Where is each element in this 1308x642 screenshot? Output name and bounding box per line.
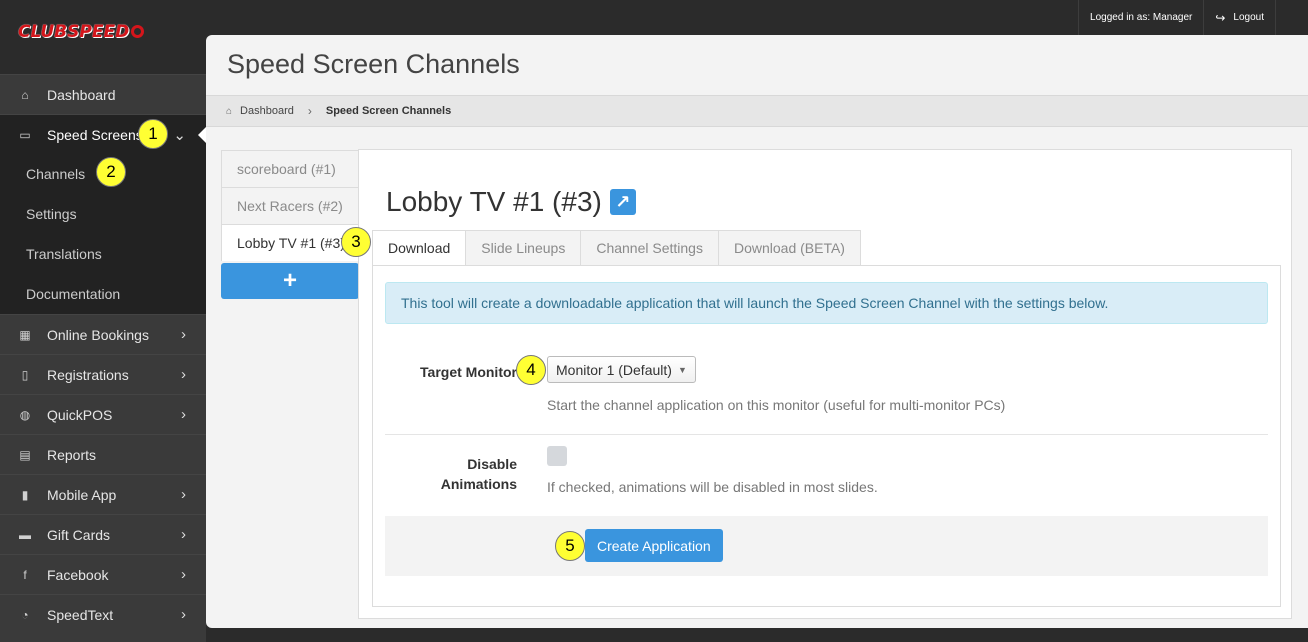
sidebar-item-dashboard[interactable]: ⌂ Dashboard <box>0 74 206 114</box>
sidebar-item-mobile-app[interactable]: ▮ Mobile App › <box>0 474 206 514</box>
caret-down-icon: ▼ <box>677 364 687 375</box>
breadcrumb: ⌂ Dashboard › Speed Screen Channels <box>206 95 1308 127</box>
top-bar: CLUBSPEED Logged in as: Manager ↪ Logout <box>0 0 1308 42</box>
chat-icon: ◔ <box>21 607 29 622</box>
channel-card: Lobby TV #1 (#3) ↗ Download Slide Lineup… <box>358 149 1292 619</box>
chevron-right-icon: › <box>181 606 186 623</box>
channel-item-next-racers[interactable]: Next Racers (#2) <box>221 187 359 224</box>
target-monitor-help: Start the channel application on this mo… <box>547 397 1006 413</box>
annotation-badge-2: 2 <box>96 157 126 187</box>
channel-item-scoreboard[interactable]: scoreboard (#1) <box>221 150 359 187</box>
sidebar-item-speed-screens[interactable]: ▭ Speed Screens ⌄ <box>0 114 206 154</box>
clubspeed-logo[interactable]: CLUBSPEED <box>18 22 145 42</box>
chevron-right-icon: › <box>181 406 186 423</box>
sidebar-item-quickpos[interactable]: ◍ QuickPOS › <box>0 394 206 434</box>
annotation-badge-5: 5 <box>555 531 585 561</box>
create-application-button[interactable]: Create Application <box>585 529 723 562</box>
tablet-icon: ▯ <box>21 367 29 382</box>
gear-logo-icon <box>131 25 145 38</box>
channel-list: scoreboard (#1) Next Racers (#2) Lobby T… <box>221 150 359 299</box>
tab-channel-settings[interactable]: Channel Settings <box>580 230 718 266</box>
phone-icon: ▮ <box>21 487 29 502</box>
external-link-icon[interactable]: ↗ <box>609 189 636 215</box>
disable-animations-checkbox[interactable] <box>547 446 567 466</box>
home-icon: ⌂ <box>21 87 29 102</box>
target-monitor-label: Target Monitor <box>420 364 517 380</box>
disable-animations-label-line1: Disable <box>467 456 517 472</box>
calendar-icon: ▦ <box>19 327 31 342</box>
logged-in-user: Logged in as: Manager <box>1078 0 1203 35</box>
divider <box>385 434 1268 435</box>
home-icon: ⌂ <box>226 105 233 117</box>
chevron-right-icon: › <box>181 486 186 503</box>
disable-animations-help: If checked, animations will be disabled … <box>547 479 878 495</box>
info-alert: This tool will create a downloadable app… <box>385 282 1268 324</box>
chevron-right-icon: › <box>181 366 186 383</box>
sidebar-subitem-documentation[interactable]: Documentation <box>0 274 206 314</box>
sidebar-item-gift-cards[interactable]: ▬ Gift Cards › <box>0 514 206 554</box>
disable-animations-label-line2: Animations <box>440 476 517 492</box>
add-channel-button[interactable]: + <box>221 263 359 299</box>
page-title: Speed Screen Channels <box>227 49 520 79</box>
breadcrumb-current: Speed Screen Channels <box>325 105 452 117</box>
channel-title: Lobby TV #1 (#3) ↗ <box>386 186 636 218</box>
tab-slide-lineups[interactable]: Slide Lineups <box>465 230 581 266</box>
annotation-badge-1: 1 <box>138 119 168 149</box>
annotation-badge-3: 3 <box>341 227 371 257</box>
channel-tabs: Download Slide Lineups Channel Settings … <box>372 230 861 266</box>
sidebar-item-facebook[interactable]: f Facebook › <box>0 554 206 594</box>
main-panel: Speed Screen Channels ⌂ Dashboard › Spee… <box>206 35 1308 628</box>
document-icon: ▤ <box>19 447 31 462</box>
form-footer: Create Application <box>385 516 1268 576</box>
sidebar-item-registrations[interactable]: ▯ Registrations › <box>0 354 206 394</box>
tab-download-beta[interactable]: Download (BETA) <box>717 230 861 266</box>
target-monitor-select[interactable]: Monitor 1 (Default) ▼ <box>547 356 696 383</box>
chevron-right-icon: › <box>181 526 186 543</box>
logout-button[interactable]: ↪ Logout <box>1203 0 1276 35</box>
channel-item-lobby-tv[interactable]: Lobby TV #1 (#3) <box>221 224 359 261</box>
monitor-icon: ▭ <box>19 127 31 142</box>
share-arrow-icon: ↪ <box>1215 10 1226 25</box>
chevron-right-icon: › <box>181 326 186 343</box>
chevron-right-icon: › <box>181 566 186 583</box>
facebook-icon: f <box>23 567 27 582</box>
sidebar-item-online-bookings[interactable]: ▦ Online Bookings › <box>0 314 206 354</box>
sidebar-subitem-settings[interactable]: Settings <box>0 194 206 234</box>
plus-icon: + <box>282 267 297 294</box>
breadcrumb-dashboard-link[interactable]: Dashboard <box>240 105 294 117</box>
chevron-right-icon: › <box>307 104 312 118</box>
annotation-badge-4: 4 <box>516 355 546 385</box>
tab-download[interactable]: Download <box>372 230 466 266</box>
sidebar-item-speedtext[interactable]: ◔ SpeedText › <box>0 594 206 634</box>
gauge-icon: ◍ <box>19 407 31 422</box>
sidebar-item-reports[interactable]: ▤ Reports <box>0 434 206 474</box>
download-pane: This tool will create a downloadable app… <box>372 265 1281 607</box>
card-icon: ▬ <box>19 527 31 542</box>
sidebar-subitem-translations[interactable]: Translations <box>0 234 206 274</box>
chevron-down-icon: ⌄ <box>173 126 186 144</box>
